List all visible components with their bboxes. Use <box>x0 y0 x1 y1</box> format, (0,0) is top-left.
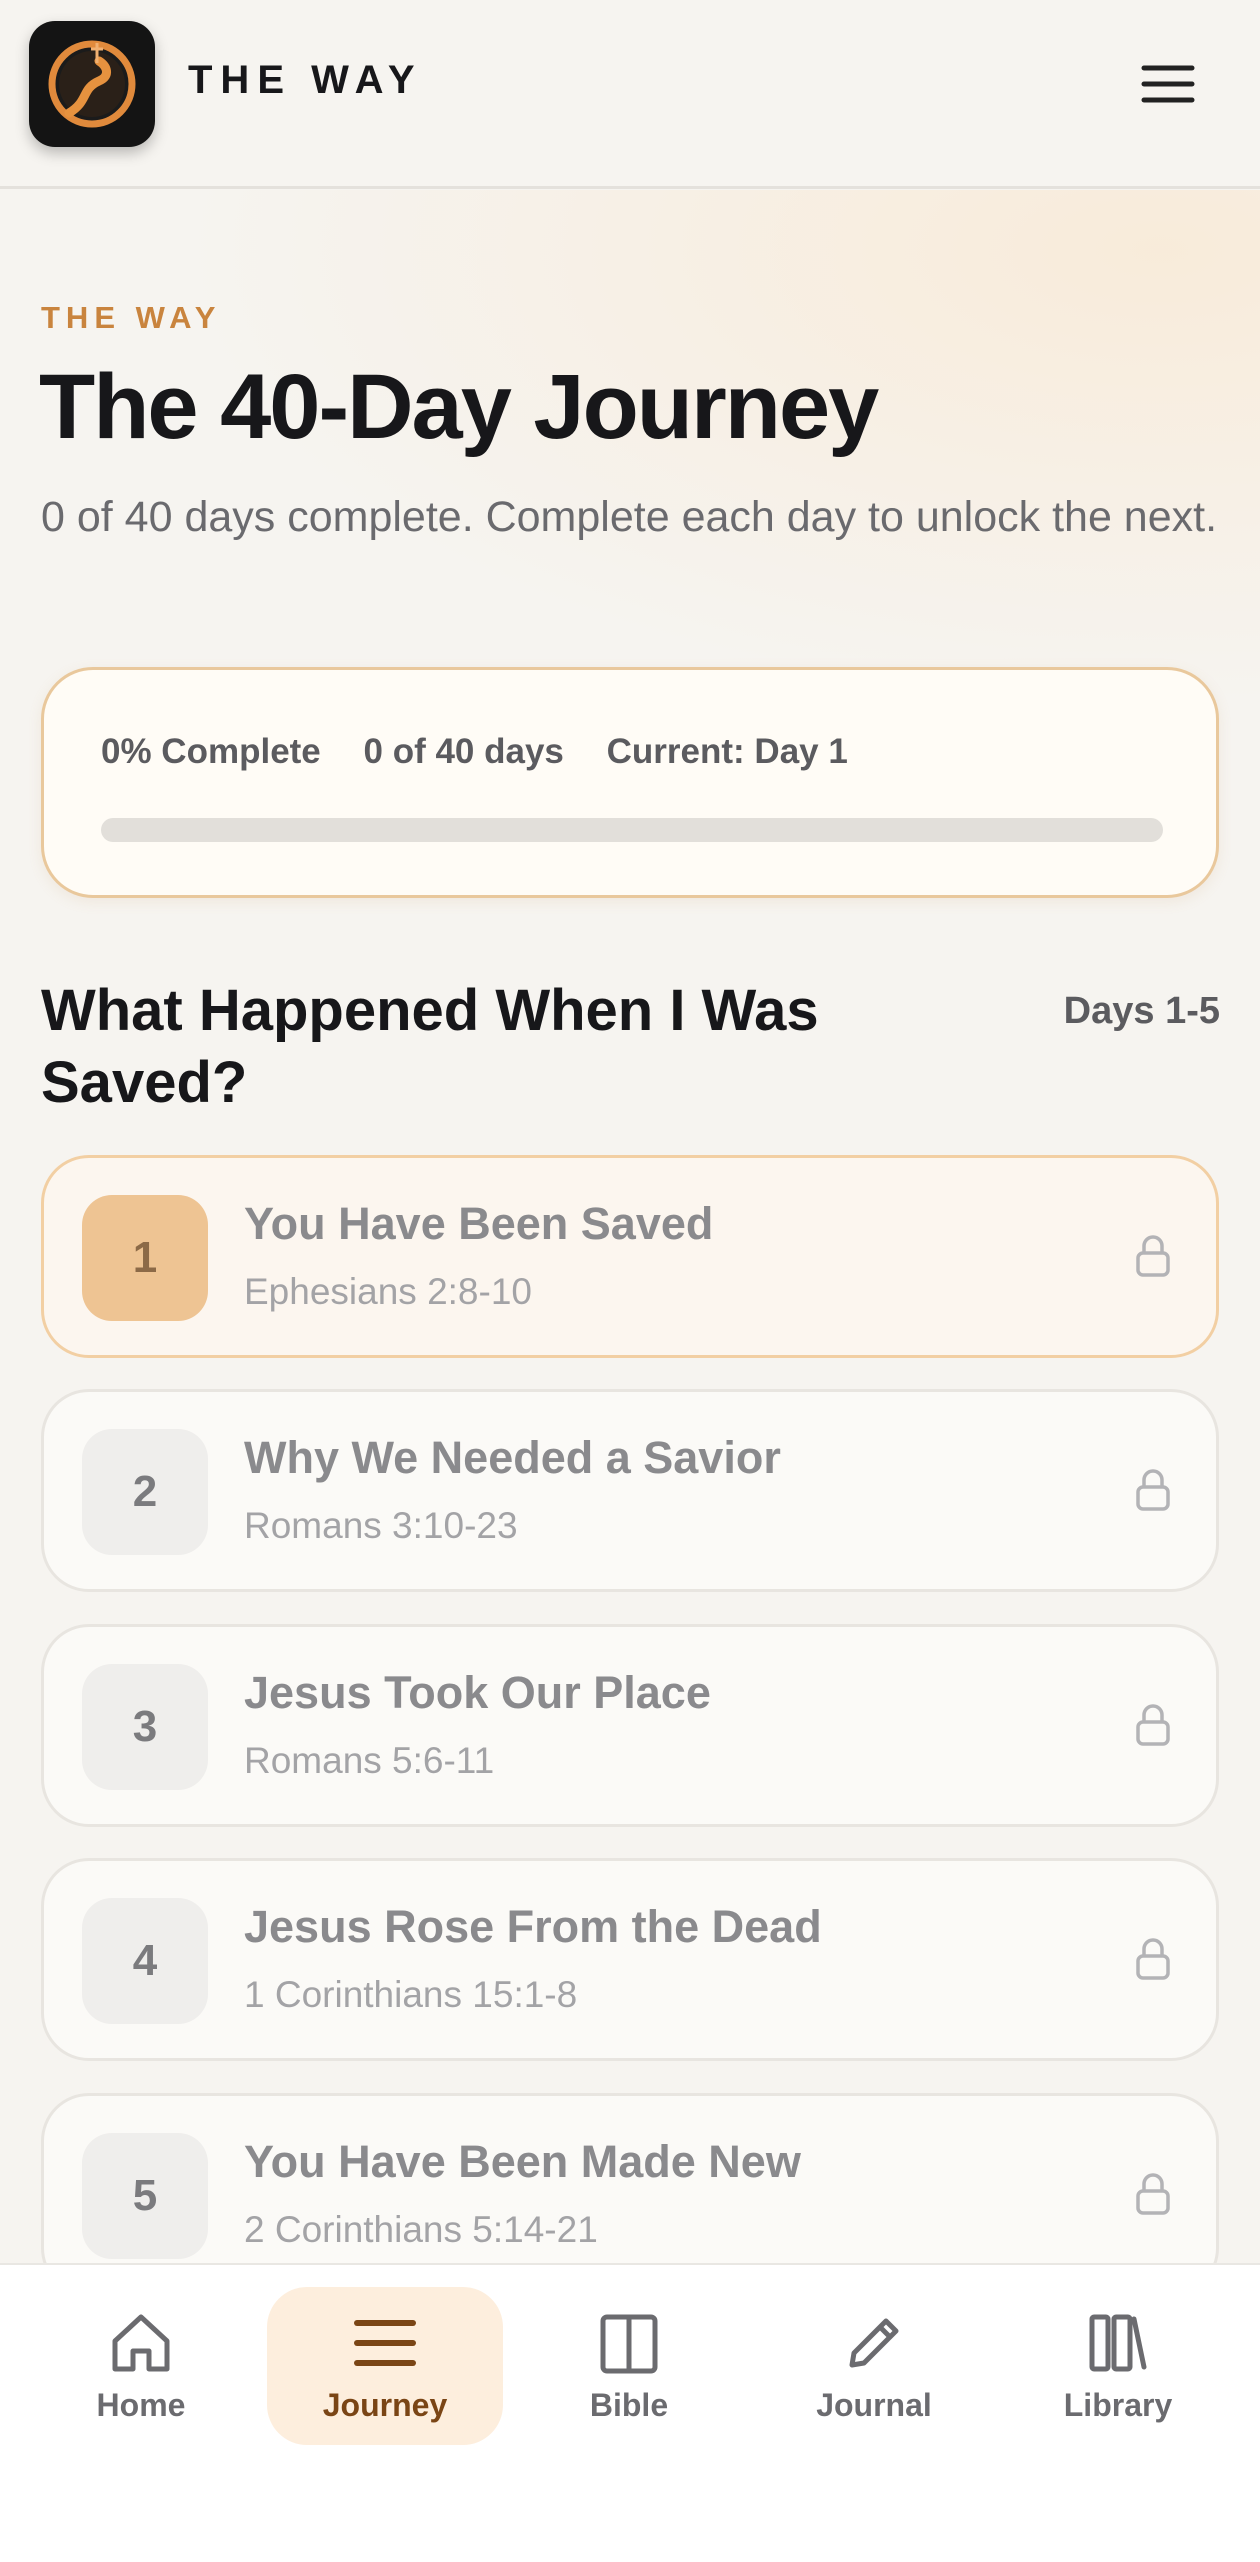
days-complete: 0 of 40 days <box>363 732 564 771</box>
day-title: Jesus Rose From the Dead <box>244 1901 822 1952</box>
progress-stats: 0% Complete 0 of 40 days Current: Day 1 <box>101 732 881 772</box>
day-title: You Have Been Made New <box>244 2136 801 2187</box>
nav-label: Journal <box>816 2387 932 2423</box>
day-scripture-reference: Ephesians 2:8-10 <box>244 1271 532 1312</box>
progress-card: 0% Complete 0 of 40 days Current: Day 1 <box>41 667 1219 898</box>
day-card-1[interactable]: 1 You Have Been Saved Ephesians 2:8-10 <box>41 1155 1219 1358</box>
section-title: What Happened When I Was Saved? <box>41 978 819 1115</box>
road-cross-logo-icon[interactable] <box>29 21 155 147</box>
app-header: THE WAY <box>0 0 1260 189</box>
lock-icon <box>1136 2173 1170 2215</box>
hamburger-menu-icon[interactable] <box>1130 56 1204 112</box>
day-card-3[interactable]: 3 Jesus Took Our Place Romans 5:6-11 <box>41 1624 1219 1827</box>
nav-label: Journey <box>322 2387 448 2423</box>
day-number-badge: 4 <box>82 1898 208 2024</box>
section-day-range: Days 1-5 <box>1063 990 1220 1032</box>
day-card-2[interactable]: 2 Why We Needed a Savior Romans 3:10-23 <box>41 1389 1219 1592</box>
home-icon <box>112 2314 170 2372</box>
library-icon <box>1089 2314 1147 2372</box>
nav-library[interactable]: Library <box>1000 2287 1236 2445</box>
nav-label: Home <box>96 2387 186 2423</box>
nav-bible[interactable]: Bible <box>511 2287 747 2445</box>
book-icon <box>600 2314 658 2374</box>
progress-bar <box>101 818 1163 842</box>
day-card-4[interactable]: 4 Jesus Rose From the Dead 1 Corinthians… <box>41 1858 1219 2061</box>
day-title: Why We Needed a Savior <box>244 1432 781 1483</box>
nav-label: Library <box>1063 2387 1173 2423</box>
day-number-badge: 3 <box>82 1664 208 1790</box>
day-number-badge: 1 <box>82 1195 208 1321</box>
current-day: Current: Day 1 <box>606 732 848 771</box>
day-scripture-reference: 2 Corinthians 5:14-21 <box>244 2209 598 2250</box>
day-scripture-reference: Romans 3:10-23 <box>244 1505 518 1546</box>
eyebrow-label: THE WAY <box>41 300 222 335</box>
day-scripture-reference: Romans 5:6-11 <box>244 1740 495 1781</box>
percent-complete: 0% Complete <box>101 732 321 771</box>
nav-label: Bible <box>589 2387 669 2423</box>
nav-home[interactable]: Home <box>23 2287 259 2445</box>
bottom-navigation: Home Journey Bible Journal Library <box>0 2263 1260 2562</box>
lock-icon <box>1136 1235 1170 1277</box>
nav-journey[interactable]: Journey <box>267 2287 503 2445</box>
day-scripture-reference: 1 Corinthians 15:1-8 <box>244 1974 578 2015</box>
list-icon <box>354 2320 416 2366</box>
day-title: Jesus Took Our Place <box>244 1667 711 1718</box>
day-title: You Have Been Saved <box>244 1198 714 1249</box>
lock-icon <box>1136 1469 1170 1511</box>
page-subtitle: 0 of 40 days complete. Complete each day… <box>41 493 1218 541</box>
day-number-badge: 5 <box>82 2133 208 2259</box>
nav-journal[interactable]: Journal <box>756 2287 992 2445</box>
page-title: The 40-Day Journey <box>39 356 879 458</box>
pencil-icon <box>849 2318 899 2368</box>
brand-name: THE WAY <box>188 58 423 102</box>
lock-icon <box>1136 1704 1170 1746</box>
day-number-badge: 2 <box>82 1429 208 1555</box>
lock-icon <box>1136 1938 1170 1980</box>
